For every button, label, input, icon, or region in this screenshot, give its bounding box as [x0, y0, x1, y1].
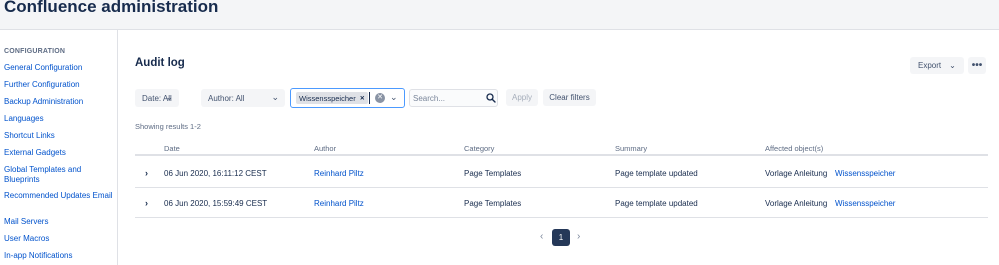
search-input[interactable] [413, 92, 483, 104]
sidebar-item-in-app-notifications[interactable]: In-app Notifications [4, 251, 114, 261]
date-filter[interactable]: Date: All ⌄ [135, 89, 179, 107]
column-header-date[interactable]: Date [164, 144, 180, 153]
row-category: Page Templates [464, 199, 522, 208]
text-cursor [369, 92, 370, 104]
main-content: Audit log Export ⌄ ••• Date: All ⌄ Autho… [119, 30, 999, 265]
search-icon[interactable] [486, 93, 496, 103]
category-tag-label: Wissensspeicher [299, 93, 356, 103]
clear-icon[interactable]: ✕ [375, 93, 385, 103]
more-button[interactable]: ••• [968, 57, 986, 74]
sidebar-item-mail-servers[interactable]: Mail Servers [4, 217, 114, 227]
chevron-down-icon: ⌄ [271, 92, 279, 102]
chevron-left-icon[interactable]: ‹ [540, 231, 543, 242]
table-header: Date Author Category Summary Affected ob… [135, 142, 988, 156]
sidebar: CONFIGURATION General Configuration Furt… [0, 30, 118, 265]
export-label: Export [918, 61, 942, 70]
search-field[interactable] [409, 89, 498, 107]
more-icon: ••• [971, 60, 983, 71]
row-space-link[interactable]: Wissensspeicher [835, 169, 895, 178]
row-date: 06 Jun 2020, 15:59:49 CEST [164, 199, 268, 208]
chevron-down-icon[interactable]: ⌄ [390, 92, 398, 103]
sidebar-item-backup-administration[interactable]: Backup Administration [4, 97, 114, 107]
row-summary: Page template updated [615, 169, 698, 178]
sidebar-item-shortcut-links[interactable]: Shortcut Links [4, 131, 114, 141]
sidebar-item-general-configuration[interactable]: General Configuration [4, 63, 114, 73]
sidebar-item-global-templates[interactable]: Global Templates and Blueprints [4, 165, 114, 185]
close-icon[interactable]: ✕ [360, 95, 365, 102]
clear-filters-button[interactable]: Clear filters [543, 89, 596, 106]
column-header-author[interactable]: Author [314, 144, 336, 153]
row-author-link[interactable]: Reinhard Piltz [314, 169, 364, 178]
sidebar-item-external-gadgets[interactable]: External Gadgets [4, 148, 114, 158]
header: Confluence administration [0, 0, 999, 30]
sidebar-item-recommended-updates-email[interactable]: Recommended Updates Email [4, 191, 114, 201]
chevron-right-icon[interactable]: › [577, 231, 580, 242]
author-filter[interactable]: Author: All ⌄ [201, 89, 285, 107]
table-row: › 06 Jun 2020, 16:11:12 CEST Reinhard Pi… [135, 158, 988, 188]
clear-filters-label: Clear filters [549, 93, 590, 102]
sidebar-item-user-macros[interactable]: User Macros [4, 234, 114, 244]
apply-label: Apply [511, 93, 532, 102]
row-space-link[interactable]: Wissensspeicher [835, 199, 895, 208]
chevron-right-icon[interactable]: › [145, 168, 148, 178]
category-tag: Wissensspeicher ✕ [296, 92, 368, 104]
sidebar-heading: CONFIGURATION [4, 48, 66, 55]
results-count: Showing results 1-2 [135, 122, 201, 131]
app-title: Confluence administration [4, 0, 219, 16]
apply-button[interactable]: Apply [506, 89, 538, 106]
table-row: › 06 Jun 2020, 15:59:49 CEST Reinhard Pi… [135, 188, 988, 218]
row-affected-object: Vorlage Anleitung [765, 169, 828, 178]
chevron-down-icon: ⌄ [949, 61, 956, 70]
export-button[interactable]: Export ⌄ [910, 57, 964, 74]
sidebar-item-languages[interactable]: Languages [4, 114, 114, 124]
page-current[interactable]: 1 [552, 229, 570, 246]
column-header-affected-objects: Affected object(s) [765, 144, 824, 153]
row-affected-object: Vorlage Anleitung [765, 199, 828, 208]
sidebar-item-further-configuration[interactable]: Further Configuration [4, 80, 114, 90]
page-title: Audit log [135, 57, 185, 69]
category-filter[interactable]: Wissensspeicher ✕ ✕ ⌄ [290, 88, 405, 108]
column-header-summary[interactable]: Summary [615, 144, 647, 153]
row-date: 06 Jun 2020, 16:11:12 CEST [164, 169, 267, 178]
row-summary: Page template updated [615, 199, 698, 208]
chevron-down-icon: ⌄ [165, 92, 173, 102]
row-category: Page Templates [464, 169, 522, 178]
column-header-category[interactable]: Category [464, 144, 494, 153]
chevron-right-icon[interactable]: › [145, 198, 148, 208]
author-filter-label: Author: All [208, 93, 245, 103]
row-author-link[interactable]: Reinhard Piltz [314, 199, 364, 208]
